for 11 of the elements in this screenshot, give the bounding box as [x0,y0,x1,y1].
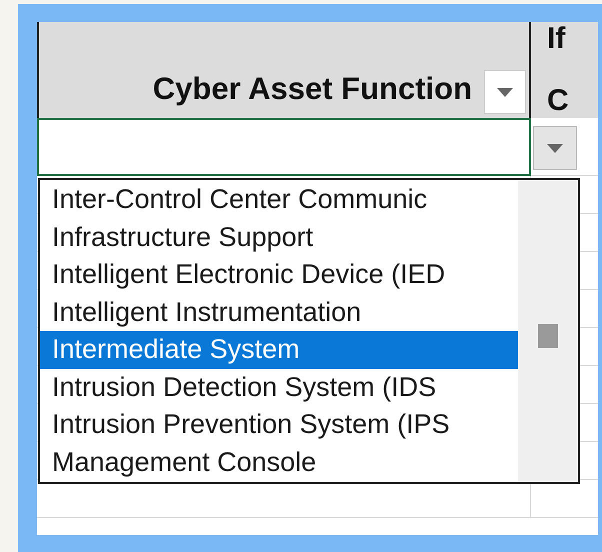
scroll-thumb[interactable] [538,324,558,348]
header-label: Cyber Asset Function [152,73,472,108]
filter-button[interactable] [484,70,526,114]
list-option[interactable]: Intermediate System [40,331,518,368]
dropdown-button[interactable] [533,126,577,170]
scrollbar[interactable] [518,180,578,482]
caret-icon [497,88,513,96]
caret-icon [547,144,563,152]
header-label: C [547,86,570,116]
header-label: If [547,24,566,54]
active-cell[interactable] [37,118,531,176]
